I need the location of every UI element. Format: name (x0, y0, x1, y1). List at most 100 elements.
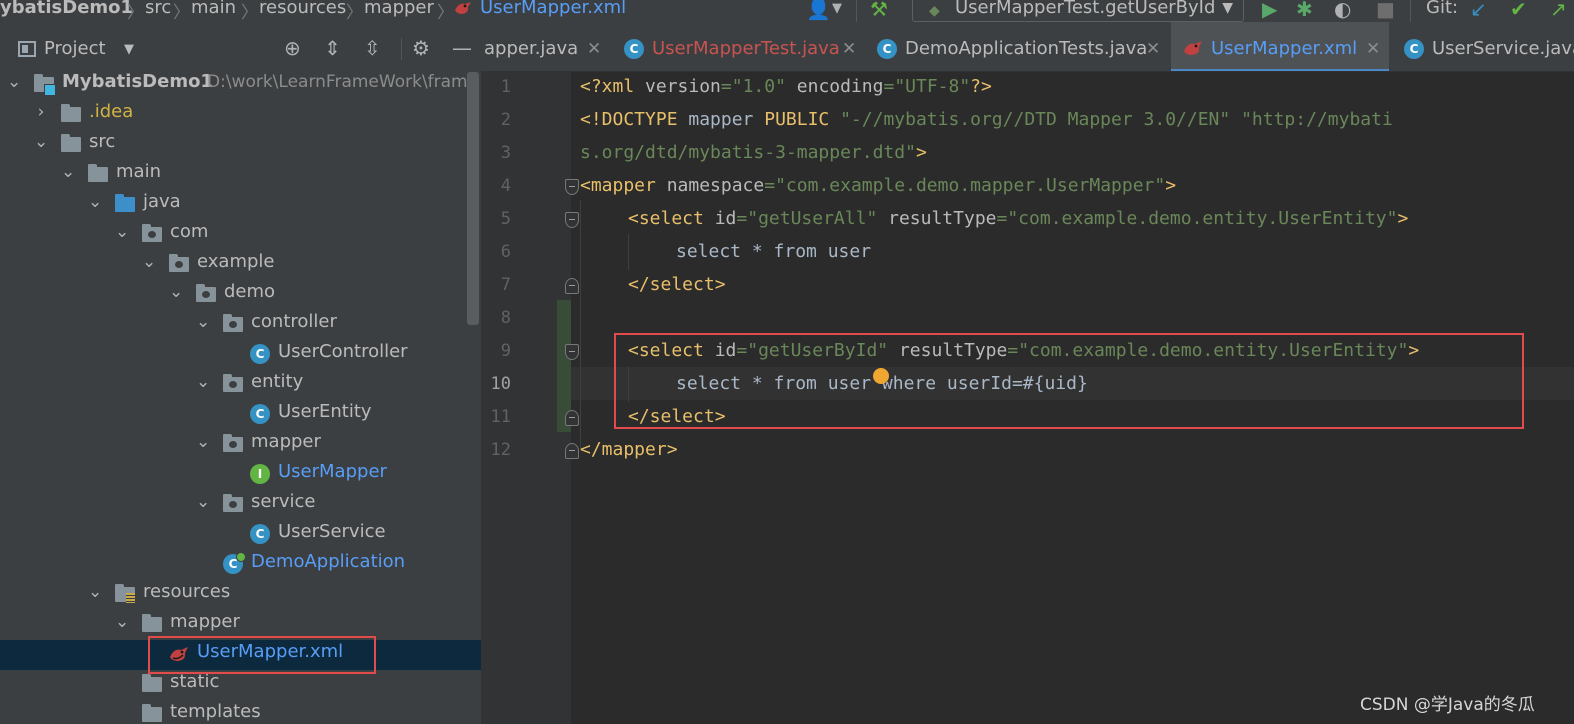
tree-item-service[interactable]: ⌄ service (0, 490, 481, 520)
tree-item-static[interactable]: static (0, 670, 481, 700)
tree-item-entity[interactable]: ⌄ entity (0, 370, 481, 400)
chevron-down-icon[interactable]: ⌄ (7, 72, 21, 92)
chevron-down-icon[interactable]: ⌄ (115, 222, 129, 242)
project-view-selector[interactable]: Project (44, 38, 106, 59)
tree-item-mapper-package[interactable]: ⌄ mapper (0, 430, 481, 460)
fold-marker-icon[interactable] (565, 410, 579, 426)
run-config-icon: ◆ (929, 3, 940, 19)
chevron-down-icon[interactable]: ⌄ (196, 312, 210, 332)
fold-marker-icon[interactable] (565, 179, 579, 195)
close-icon[interactable]: ✕ (1366, 39, 1380, 59)
breadcrumb-project[interactable]: ybatisDemo1 (0, 0, 133, 18)
tab-usermappertest-java[interactable]: C UserMapperTest.java ✕ (609, 22, 862, 71)
tree-item-userentity[interactable]: C UserEntity (0, 400, 481, 430)
fold-marker-icon[interactable] (565, 278, 579, 294)
fold-marker-icon[interactable] (565, 443, 579, 459)
chevron-down-icon: ▼ (1222, 0, 1233, 16)
tree-item-label: UserMapper (278, 461, 387, 482)
breadcrumb-item-src[interactable]: src (145, 0, 171, 18)
class-icon: C (250, 524, 270, 544)
tree-item-label: mapper (170, 611, 240, 632)
fold-marker-icon[interactable] (565, 344, 579, 360)
class-icon: C (250, 344, 270, 364)
fold-marker-icon[interactable] (565, 212, 579, 228)
tree-item-label: demo (224, 281, 276, 302)
breadcrumb-separator: 〉 (173, 3, 190, 22)
chevron-right-icon[interactable]: › (34, 102, 48, 122)
chevron-down-icon[interactable]: ⌄ (142, 252, 156, 272)
gear-icon[interactable]: ⚙ (412, 36, 430, 60)
run-configuration-selector[interactable]: ◆ UserMapperTest.getUserById ▼ (912, 0, 1244, 22)
class-icon: C (877, 39, 897, 59)
tree-item-src[interactable]: ⌄ src (0, 130, 481, 160)
build-hammer-icon[interactable]: ⚒ (870, 0, 888, 21)
tree-item-label: MybatisDemo1 (62, 71, 213, 92)
chevron-down-icon[interactable]: ⌄ (88, 192, 102, 212)
tree-item-resources[interactable]: ⌄ resources (0, 580, 481, 610)
expand-all-icon[interactable]: ⇕ (324, 36, 341, 60)
chevron-down-icon[interactable]: ⌄ (115, 612, 129, 632)
tree-item-example[interactable]: ⌄ example (0, 250, 481, 280)
folder-icon (61, 104, 81, 122)
tab-userservice-java[interactable]: C UserService.java (1389, 22, 1574, 71)
tree-item-templates[interactable]: templates (0, 700, 481, 724)
tree-item-demo[interactable]: ⌄ demo (0, 280, 481, 310)
user-icon[interactable]: 👤 (806, 0, 831, 21)
chevron-down-icon[interactable]: ⌄ (169, 282, 183, 302)
tree-item-usermapper[interactable]: I UserMapper (0, 460, 481, 490)
locate-file-icon[interactable]: ⊕ (284, 36, 301, 60)
tree-item-userservice[interactable]: C UserService (0, 520, 481, 550)
chevron-down-icon[interactable]: ⌄ (196, 372, 210, 392)
collapse-all-icon[interactable]: ⇳ (364, 36, 381, 60)
breadcrumb-item-main[interactable]: main (191, 0, 236, 18)
tree-item-controller[interactable]: ⌄ controller (0, 310, 481, 340)
tree-item-label: java (143, 191, 181, 212)
hide-panel-icon[interactable]: — (452, 36, 472, 60)
breadcrumb-file[interactable]: UserMapper.xml (480, 0, 626, 18)
code-line-1: <?xml version="1.0" encoding="UTF-8"?> (580, 76, 992, 97)
highlight-box-tree (148, 636, 376, 674)
close-icon[interactable]: ✕ (587, 39, 601, 59)
tree-item-label: entity (251, 371, 304, 392)
tree-item-com[interactable]: ⌄ com (0, 220, 481, 250)
tree-item-label: UserController (278, 341, 408, 362)
line-number: 5 (500, 209, 511, 229)
tree-item-project-root[interactable]: ⌄ MybatisDemo1 D:\work\LearnFrameWork\fr… (0, 70, 481, 100)
package-icon (196, 284, 216, 302)
tree-item-idea[interactable]: › .idea (0, 100, 481, 130)
toolbar-separator (856, 0, 857, 22)
tree-item-usercontroller[interactable]: C UserController (0, 340, 481, 370)
tab-usermapper-xml[interactable]: UserMapper.xml ✕ (1171, 22, 1389, 71)
line-number: 11 (490, 407, 511, 427)
tree-item-main[interactable]: ⌄ main (0, 160, 481, 190)
run-icon[interactable]: ▶ (1262, 0, 1277, 21)
chevron-down-icon[interactable]: ⌄ (196, 432, 210, 452)
stop-icon[interactable]: ■ (1376, 0, 1395, 21)
git-update-icon[interactable]: ↙ (1470, 0, 1487, 21)
chevron-down-icon[interactable]: ⌄ (88, 582, 102, 602)
tree-item-demoapplication[interactable]: C DemoApplication (0, 550, 481, 580)
tree-item-label: controller (251, 311, 337, 332)
chevron-down-icon[interactable]: ▼ (124, 42, 134, 57)
breadcrumb-item-resources[interactable]: resources (259, 0, 346, 18)
tab-usermapper-java[interactable]: apper.java ✕ (481, 22, 609, 71)
chevron-down-icon[interactable]: ▼ (832, 1, 842, 16)
debug-icon[interactable]: ✱ (1296, 0, 1313, 21)
close-icon[interactable]: ✕ (1146, 39, 1160, 59)
line-number: 6 (500, 242, 511, 262)
project-panel-scrollbar[interactable] (467, 72, 479, 325)
folder-icon (142, 674, 162, 692)
git-commit-icon[interactable]: ✔ (1510, 0, 1527, 21)
breadcrumb-item-mapper[interactable]: mapper (364, 0, 434, 18)
package-icon (169, 254, 189, 272)
breadcrumb-separator: 〉 (241, 3, 258, 22)
tree-item-java[interactable]: ⌄ java (0, 190, 481, 220)
git-push-icon[interactable]: ↗ (1550, 0, 1567, 21)
tab-demoapplicationtests-java[interactable]: C DemoApplicationTests.java ✕ (862, 22, 1171, 71)
resources-folder-icon (115, 584, 135, 603)
chevron-down-icon[interactable]: ⌄ (34, 132, 48, 152)
coverage-icon[interactable]: ◐ (1334, 0, 1351, 21)
chevron-down-icon[interactable]: ⌄ (61, 162, 75, 182)
chevron-down-icon[interactable]: ⌄ (196, 492, 210, 512)
close-icon[interactable]: ✕ (842, 39, 856, 59)
